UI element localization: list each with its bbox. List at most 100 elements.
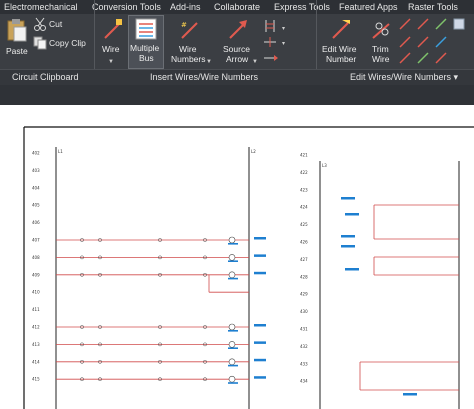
device-tag [228, 330, 238, 332]
coil-symbol [228, 358, 236, 366]
svg-text:#: # [181, 21, 187, 29]
insert-wires-panel-label: Insert Wires/Wire Numbers [150, 72, 259, 82]
tab-add-ins[interactable]: Add-ins [170, 1, 201, 13]
rung-number: 403 [32, 168, 40, 173]
device-tag [254, 271, 266, 275]
device-tag [341, 197, 355, 200]
device-tag [228, 364, 238, 367]
tab-collaborate[interactable]: Collaborate [214, 1, 260, 13]
ladder-icon [265, 20, 275, 32]
multiple-bus-label-2: Bus [139, 53, 154, 63]
rung-number: 407 [32, 238, 40, 243]
rung-number: 414 [32, 359, 40, 364]
chevron-down-icon: ▾ [453, 72, 459, 82]
paste-button[interactable]: Paste [2, 16, 32, 66]
chevron-down-icon: ▼ [252, 59, 258, 65]
tab-raster-tools[interactable]: Raster Tools [408, 1, 458, 13]
rung-number: 429 [300, 292, 308, 297]
paste-label: Paste [6, 46, 28, 56]
edit-wire-number-button[interactable]: Edit Wire Number ▼ [320, 16, 362, 76]
device-tag [341, 235, 355, 238]
rung-number: 426 [300, 240, 308, 245]
multiple-bus-icon [135, 18, 157, 40]
rung-number: 402 [32, 151, 40, 156]
rung-number: 433 [300, 361, 308, 366]
tab-featured-apps[interactable]: Featured Apps [339, 1, 398, 13]
ribbon-tab-bar: Electromechanical Conversion Tools Add-i… [0, 0, 474, 14]
rung-number: 432 [300, 344, 308, 349]
edit-small-tools[interactable] [398, 17, 472, 67]
source-arrow-icon [229, 20, 247, 39]
copy-clip-button[interactable]: Copy Clip [33, 36, 89, 50]
device-tag [228, 382, 238, 384]
chevron-down-icon: ▼ [108, 59, 114, 65]
svg-text:▾: ▾ [282, 25, 285, 32]
edit-wires-panel-text: Edit Wires/Wire Numbers [350, 72, 452, 82]
tab-conversion-tools[interactable]: Conversion Tools [92, 1, 161, 13]
rung-number: 428 [300, 274, 308, 279]
left-ladder: L1 L2 402 403 404 405 406 407 408 409 410 411 412 413… [32, 147, 266, 409]
drawing-canvas[interactable]: L1 L2 402 403 404 405 406 407 408 409 410 411 412 413… [0, 105, 474, 409]
tab-electromechanical[interactable]: Electromechanical [4, 1, 78, 13]
rung-number: 425 [300, 222, 308, 227]
cross-reference-icon [264, 37, 276, 47]
trim-wire-label-1: Trim [372, 44, 389, 54]
tab-express-tools[interactable]: Express Tools [274, 1, 330, 13]
rung-number: 413 [32, 342, 40, 347]
coil-symbol [228, 341, 236, 348]
signal-arrow-icon [264, 55, 278, 61]
ribbon-panel-bar: Circuit Clipboard Insert Wires/Wire Numb… [0, 69, 474, 85]
device-tag [228, 277, 238, 280]
coil-symbol [228, 271, 236, 279]
coil-symbol [228, 375, 236, 383]
rung-number: 405 [32, 203, 40, 208]
rung-number: 430 [300, 309, 308, 314]
edit-wires-panel-label[interactable]: Edit Wires/Wire Numbers ▾ [350, 72, 458, 83]
scissors-icon [34, 17, 46, 31]
multiple-bus-label-1: Multiple [130, 43, 160, 53]
rung-number: 427 [300, 257, 308, 262]
device-tag [254, 324, 266, 327]
wire-numbers-icon: # [181, 21, 198, 39]
rung-number: 424 [300, 205, 308, 210]
wire-button[interactable]: Wire ▼ [98, 16, 126, 68]
copy-label: Copy Clip [49, 38, 86, 48]
edit-wire-label-2: Number [326, 54, 357, 64]
paste-icon [7, 19, 27, 42]
rung-number: 431 [300, 327, 308, 332]
source-arrow-button[interactable]: Source Arrow ▼ [220, 16, 258, 68]
rail-label: L1 [58, 149, 63, 154]
copy-icon [33, 36, 47, 50]
ladder-schematic[interactable]: L1 L2 402 403 404 405 406 407 408 409 410 411 412 413… [0, 105, 474, 409]
wire-icon [104, 19, 122, 39]
insert-small-tools[interactable]: ▾ ▾ [262, 18, 306, 66]
rung-number: 415 [32, 377, 40, 382]
device-tag [254, 376, 266, 379]
cut-button[interactable]: Cut [33, 17, 73, 31]
rung-number: 421 [300, 153, 308, 158]
device-tag [403, 393, 417, 396]
wire-numbers-label-2: Numbers [171, 54, 206, 64]
ribbon: Electromechanical Conversion Tools Add-i… [0, 0, 474, 105]
device-tag [345, 213, 359, 216]
rung-number: 406 [32, 220, 40, 225]
edit-wire-number-icon [332, 20, 350, 39]
wire-tool-icon [399, 18, 465, 64]
rung-number: 404 [32, 185, 40, 190]
wire-numbers-label-1: Wire [179, 44, 197, 54]
device-tag [228, 243, 238, 245]
rail-label: L3 [322, 163, 327, 168]
multiple-bus-button[interactable]: Multiple Bus [128, 15, 164, 69]
source-arrow-label-2: Arrow [226, 54, 249, 64]
ribbon-bottom-strip [0, 85, 474, 105]
trim-wire-button[interactable]: Trim Wire ▼ [368, 16, 394, 76]
coil-symbol [228, 236, 236, 244]
trim-wire-label-2: Wire [372, 54, 390, 64]
chevron-down-icon: ▼ [206, 59, 212, 65]
rung-number: 409 [32, 272, 40, 277]
trim-wire-icon [372, 22, 390, 39]
wire-numbers-button[interactable]: # Wire Numbers ▼ [170, 16, 212, 68]
coil-symbol [228, 323, 236, 331]
rung-number: 434 [300, 379, 308, 384]
svg-text:▾: ▾ [282, 40, 285, 47]
